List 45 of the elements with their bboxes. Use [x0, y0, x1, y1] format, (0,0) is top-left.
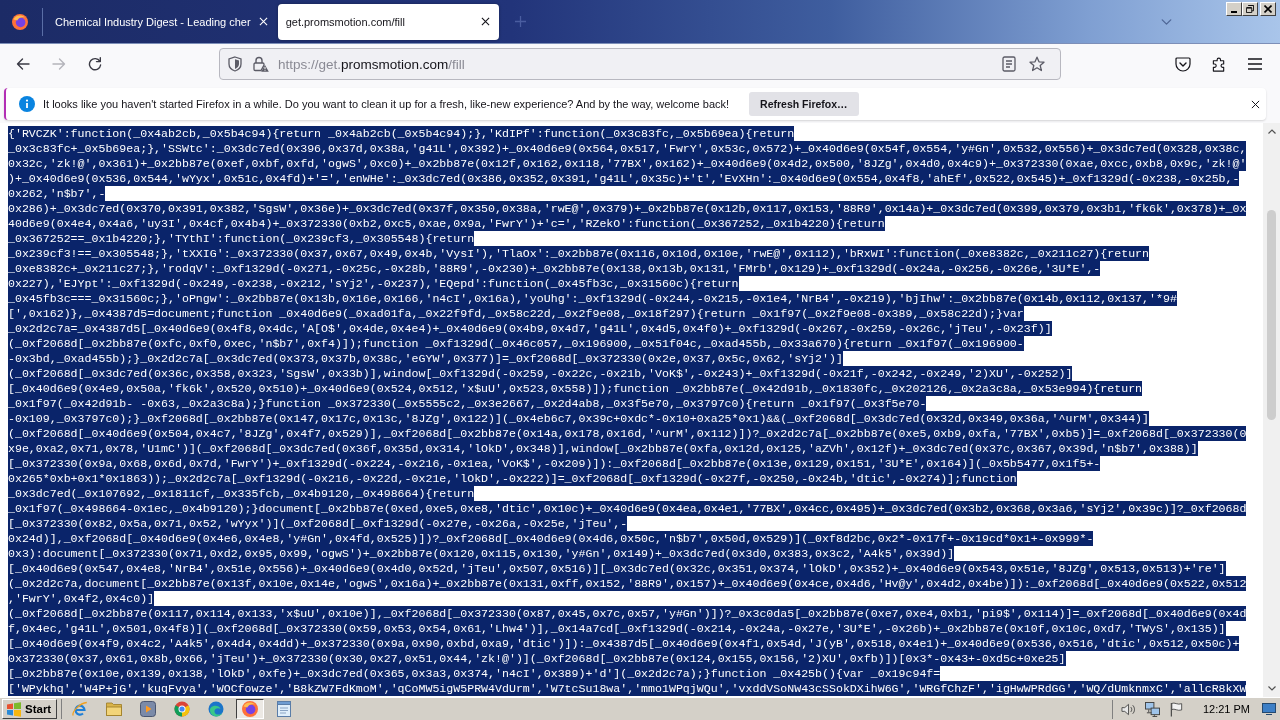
- pocket-icon: [1175, 56, 1191, 72]
- restore-icon: [1246, 5, 1254, 13]
- refresh-button[interactable]: Refresh Firefox…: [749, 92, 859, 116]
- browser-logo-icon: [12, 13, 28, 30]
- puzzle-piece-icon: [1211, 56, 1227, 72]
- speaker-icon[interactable]: [1120, 701, 1136, 717]
- back-arrow-icon: [16, 58, 30, 70]
- minimize-button[interactable]: [1226, 2, 1242, 16]
- clock-text[interactable]: 12:21 PM: [1202, 703, 1250, 715]
- scroll-up-icon[interactable]: [1267, 129, 1276, 134]
- scrollbar-track[interactable]: [1263, 123, 1280, 697]
- address-field[interactable]: https://get.promsmotion.com/fill: [219, 48, 1061, 80]
- browser-tab[interactable]: get.promsmotion.com/fill: [277, 3, 499, 40]
- close-icon: [1264, 5, 1272, 13]
- windows-logo-icon: [6, 701, 22, 717]
- notification-message: It looks like you haven't started Firefox in a while. Do you want to clean it up for a fresh, like-new experience? And by the way, welcome back!: [43, 98, 730, 110]
- taskbar-button[interactable]: [236, 699, 265, 719]
- browser-tab[interactable]: Chemical Industry Digest - Leading cher: [43, 3, 276, 40]
- browser-logo-icon: [242, 701, 259, 717]
- wave-logo-icon: [208, 701, 225, 717]
- round-browser-icon: [174, 701, 191, 717]
- folder-icon: [106, 701, 123, 717]
- start-button[interactable]: Start: [2, 699, 58, 719]
- menu-icon: [1248, 58, 1262, 70]
- info-icon: [19, 96, 35, 112]
- scroll-down-icon[interactable]: [1267, 686, 1276, 691]
- close-icon[interactable]: [480, 17, 490, 26]
- flag-icon[interactable]: [1168, 701, 1184, 717]
- reload-icon: [88, 57, 102, 71]
- shield-icon[interactable]: [228, 56, 242, 72]
- star-icon[interactable]: [1029, 56, 1045, 72]
- show-desktop-icon[interactable]: [1262, 703, 1276, 715]
- close-button[interactable]: [1260, 2, 1276, 16]
- e-logo-icon: [72, 701, 89, 717]
- network-icon[interactable]: [1144, 701, 1160, 717]
- close-icon[interactable]: [1251, 99, 1260, 109]
- minimize-icon: [1231, 11, 1237, 13]
- notepad-icon: [276, 701, 293, 717]
- forward-arrow-icon: [52, 58, 66, 70]
- scrollbar-thumb[interactable]: [1267, 210, 1276, 420]
- play-icon: [140, 701, 157, 717]
- lock-warning-icon[interactable]: [253, 56, 269, 72]
- reader-view-icon[interactable]: [1002, 56, 1016, 72]
- url-text[interactable]: https://get.promsmotion.com/fill: [278, 56, 465, 72]
- restore-button[interactable]: [1242, 2, 1258, 16]
